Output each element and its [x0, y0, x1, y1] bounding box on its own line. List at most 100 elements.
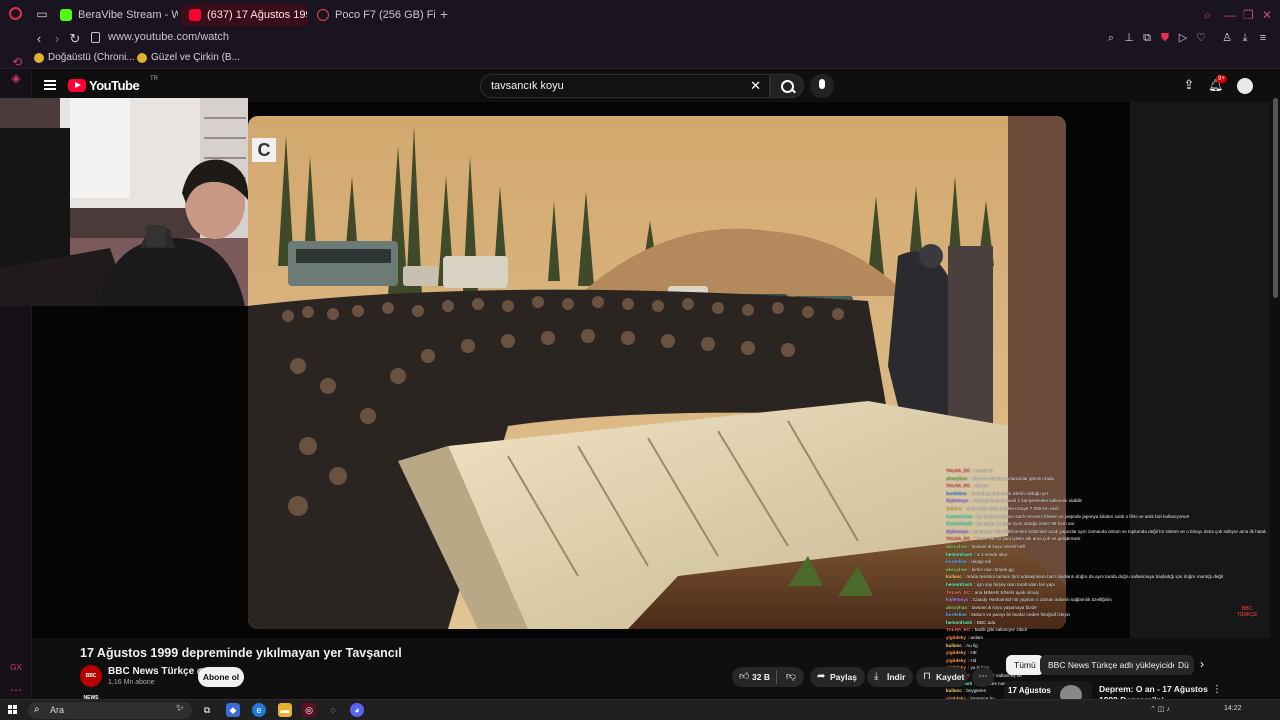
close-window-icon[interactable]: ✕	[1262, 8, 1272, 22]
task-view-icon[interactable]: ⧉	[200, 703, 214, 717]
like-count: 32 B	[752, 672, 770, 682]
chat-username[interactable]: TALHA_EC	[946, 590, 970, 595]
download-button[interactable]: ⤓ İndir	[867, 667, 914, 687]
chat-username[interactable]: kullanc	[946, 506, 962, 511]
chat-text: barlik gibi sallanıyor zibidi	[974, 627, 1027, 633]
chat-username[interactable]: bordeline	[946, 491, 967, 496]
edge-icon[interactable]: e	[252, 703, 266, 717]
sidebar-more-icon[interactable]: ⋯	[8, 682, 24, 698]
chat-username[interactable]: kiyletonyx	[946, 597, 968, 602]
subscribe-button[interactable]: Abone ol	[198, 667, 244, 687]
chat-username[interactable]: hemonfrash	[946, 514, 972, 519]
search-tabs-icon[interactable]: ⌕	[1204, 8, 1211, 23]
scrollbar-thumb[interactable]	[1273, 98, 1278, 298]
adblock-icon[interactable]: ⛊	[1158, 31, 1172, 45]
sidebar-history-icon[interactable]: ⟲	[9, 54, 25, 70]
create-icon[interactable]: ⇪	[1182, 78, 1196, 92]
chip-related[interactable]: Dü	[1174, 655, 1194, 675]
youtube-wordmark[interactable]: YouTube	[89, 78, 140, 93]
maximize-icon[interactable]: ❐	[1243, 8, 1254, 22]
file-explorer-icon[interactable]: ▬	[278, 703, 292, 717]
tab-poco[interactable]: Poco F7 (256 GB) Fiyatı ve	[309, 4, 435, 26]
chat-username[interactable]: kullanc	[946, 688, 962, 693]
new-tab-button[interactable]: +	[436, 6, 452, 22]
chat-username[interactable]: aksoyhan	[946, 476, 967, 481]
youtube-logo-icon[interactable]	[68, 79, 86, 92]
chat-text: ana MİMAR SİNAN ayak olmuş	[974, 589, 1039, 595]
profile-icon[interactable]: ♙	[1220, 31, 1234, 45]
app-icon[interactable]: ◌	[326, 703, 340, 717]
easy-setup-icon[interactable]: ≡	[1256, 31, 1270, 45]
chat-username[interactable]: hemonfrash	[946, 552, 972, 557]
chat-username[interactable]: aksoyhan	[946, 544, 967, 549]
chat-username[interactable]: bordeline	[946, 612, 967, 617]
url-field[interactable]: www.youtube.com/watch	[108, 31, 229, 43]
opera-logo-icon[interactable]	[9, 7, 22, 20]
chat-text: yerimizde ilkbelli bilinenleri bölümleri…	[973, 528, 1266, 534]
chip-from-uploader[interactable]: BBC News Türkçe adlı yükleyiciden	[1040, 655, 1191, 675]
chip-next-icon[interactable]: ›	[1200, 657, 1204, 671]
clock[interactable]: 14:22	[1224, 705, 1242, 712]
chip-all[interactable]: Tümü	[1006, 655, 1044, 675]
tab-beravibe[interactable]: BeraVibe Stream - Watch	[52, 4, 178, 26]
more-actions-button[interactable]: ⋯	[972, 667, 994, 687]
chat-username[interactable]: kiyletonyx	[946, 498, 968, 503]
chat-username[interactable]: kullanc	[946, 643, 962, 648]
channel-name[interactable]: BBC News Türkçe✓	[108, 666, 206, 677]
chat-username[interactable]: aksoyhan	[946, 567, 967, 572]
video-player[interactable]	[248, 116, 1066, 629]
chat-username[interactable]: hemonfrash	[946, 620, 972, 625]
gx-control-icon[interactable]: GX	[8, 660, 24, 676]
recommendation-menu-icon[interactable]: ⋮	[1212, 684, 1222, 695]
voice-search-button[interactable]	[810, 74, 834, 98]
chat-username[interactable]: kiyletonyx	[946, 529, 968, 534]
tab-youtube-video[interactable]: (637) 17 Ağustos 1999 de	[181, 4, 307, 26]
tray-icons[interactable]: ⌃ ◫ ♪	[1150, 705, 1170, 713]
search-input[interactable]: tavsancık koyu	[491, 80, 564, 92]
chat-username[interactable]: aksoyhan	[946, 605, 967, 610]
snapshot-icon[interactable]: ⧉	[1140, 31, 1154, 45]
download-icon[interactable]: ⤓	[1238, 31, 1252, 45]
chat-username[interactable]: hemonfrash	[946, 582, 972, 587]
bookmark-item[interactable]: Güzel ve Çirkin (B...	[137, 52, 240, 63]
minimize-icon[interactable]: —	[1224, 8, 1236, 22]
share-button[interactable]: ➦ Paylaş	[810, 667, 865, 687]
chat-text: bu arada 11 tane oyun olduğu zaten 98 he…	[976, 521, 1075, 527]
chat-username[interactable]: TALHA_EC	[946, 536, 970, 541]
opera-gx-icon[interactable]: ◎	[302, 703, 316, 717]
bookmark-item[interactable]: Doğaüstü (Chroni...	[34, 52, 135, 63]
chat-username[interactable]: yigitdeky	[946, 658, 966, 663]
channel-avatar[interactable]: BBC NEWS	[80, 665, 102, 701]
chat-message: TALHA_EC: kanun var mı yani işletin altı…	[946, 536, 1081, 542]
chat-username[interactable]: kullanc	[946, 574, 962, 579]
chat-username[interactable]: TALHA_EC	[946, 627, 970, 632]
windows-start-icon[interactable]	[8, 705, 18, 715]
chat-username[interactable]: yigitdeky	[946, 650, 966, 655]
chat-username[interactable]: hemonfrash	[946, 521, 972, 526]
forward-button[interactable]: ›	[48, 30, 66, 48]
reload-button[interactable]: ↻	[66, 30, 84, 48]
chat-username[interactable]: yigitdeky	[946, 635, 966, 640]
discord-icon[interactable]: ◕	[350, 703, 364, 717]
channel-name-text[interactable]: BBC News Türkçe	[108, 666, 194, 677]
chat-username[interactable]: bordeline	[946, 559, 967, 564]
menu-icon[interactable]	[44, 80, 56, 90]
heart-icon[interactable]: ♡	[1194, 31, 1208, 45]
zoom-icon[interactable]: ⌕	[1104, 31, 1118, 45]
pin-icon[interactable]: ⊥	[1122, 31, 1136, 45]
copilot-icon[interactable]: ◆	[226, 703, 240, 717]
search-button[interactable]	[770, 74, 804, 98]
like-button[interactable]: 👍︎ 32 B	[732, 667, 778, 687]
taskbar-search[interactable]: ⌕ Ara ✨︎	[28, 702, 192, 719]
tab-menu-icon[interactable]: ▭	[34, 6, 50, 22]
player-icon[interactable]: ▷	[1176, 31, 1190, 45]
chat-username[interactable]: TALHA_EC	[946, 468, 970, 473]
account-avatar[interactable]	[1237, 78, 1253, 94]
back-button[interactable]: ‹	[30, 30, 48, 48]
save-button[interactable]: ⊓ Kaydet	[916, 667, 968, 687]
chat-username[interactable]: TALHA_EC	[946, 483, 970, 488]
dislike-button[interactable]: 👎︎	[778, 667, 804, 687]
clear-search-icon[interactable]: ✕	[750, 78, 761, 94]
search-box[interactable]: tavsancık koyu ✕	[480, 74, 770, 98]
aria-icon[interactable]: ◈	[8, 70, 24, 86]
